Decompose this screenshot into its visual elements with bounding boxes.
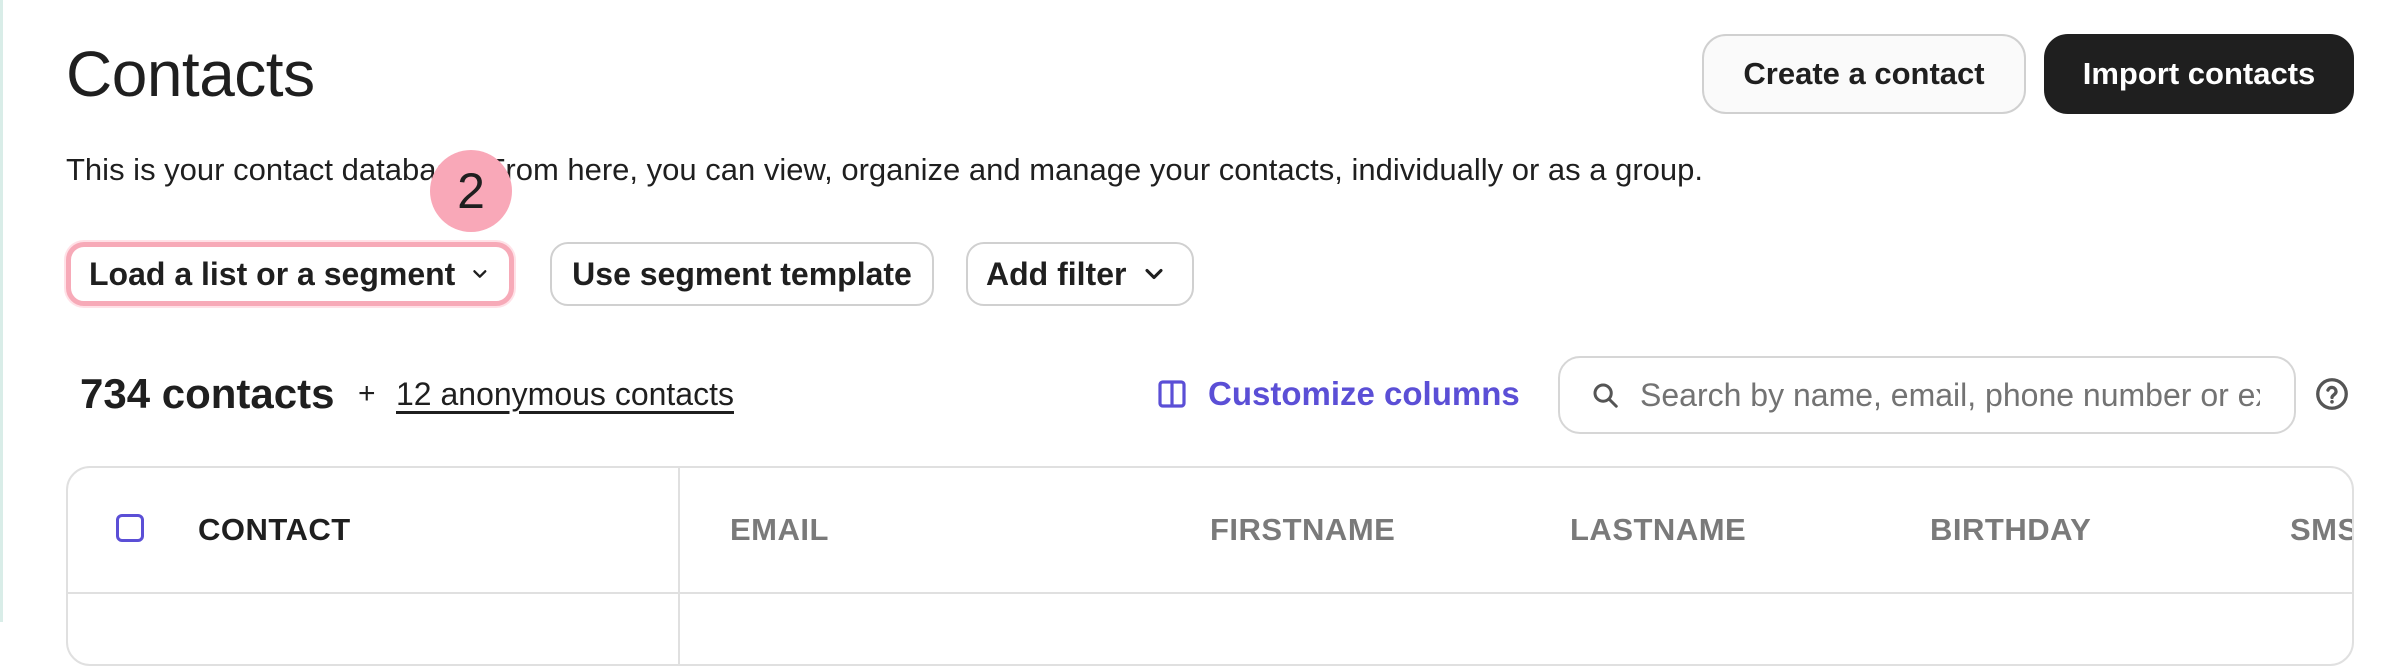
column-header-lastname[interactable]: LASTNAME <box>1570 510 1746 550</box>
use-segment-template-button[interactable]: Use segment template <box>550 242 934 306</box>
plus-sign: + <box>358 377 376 410</box>
contacts-count: 734 contacts <box>80 370 335 417</box>
column-header-contact[interactable]: CONTACT <box>198 510 351 550</box>
column-header-birthday[interactable]: BIRTHDAY <box>1930 510 2091 550</box>
left-edge-border <box>0 0 3 622</box>
load-segment-label: Load a list or a segment <box>89 255 456 292</box>
page-title: Contacts <box>66 38 315 110</box>
column-header-firstname[interactable]: FIRSTNAME <box>1210 510 1395 550</box>
columns-icon <box>1158 380 1186 408</box>
create-contact-button[interactable]: Create a contact <box>1702 34 2026 114</box>
help-icon[interactable] <box>2314 376 2350 412</box>
load-list-or-segment-dropdown[interactable]: Load a list or a segment <box>66 242 514 306</box>
column-header-email[interactable]: EMAIL <box>730 510 829 550</box>
table-header: CONTACT EMAIL FIRSTNAME LASTNAME BIRTHDA… <box>68 468 2352 594</box>
column-header-sms[interactable]: SMS <box>2290 510 2352 550</box>
chevron-down-icon <box>473 270 487 278</box>
add-filter-dropdown[interactable]: Add filter <box>966 242 1194 306</box>
search-icon <box>1593 383 1618 408</box>
add-filter-label: Add filter <box>986 255 1127 292</box>
step-number-badge: 2 <box>430 150 512 232</box>
column-divider <box>678 468 680 664</box>
anonymous-contacts-link[interactable]: 12 anonymous contacts <box>396 372 734 416</box>
customize-columns-label: Customize columns <box>1208 375 1520 412</box>
page-description: This is your contact database. From here… <box>66 152 1703 187</box>
search-container <box>1558 356 2296 434</box>
import-contacts-button[interactable]: Import contacts <box>2044 34 2354 114</box>
select-all-checkbox[interactable] <box>116 514 144 542</box>
search-input[interactable] <box>1638 375 2262 415</box>
chevron-down-icon <box>1145 268 1163 280</box>
contacts-table: CONTACT EMAIL FIRSTNAME LASTNAME BIRTHDA… <box>66 466 2354 666</box>
customize-columns-button[interactable]: Customize columns <box>1156 372 1520 416</box>
